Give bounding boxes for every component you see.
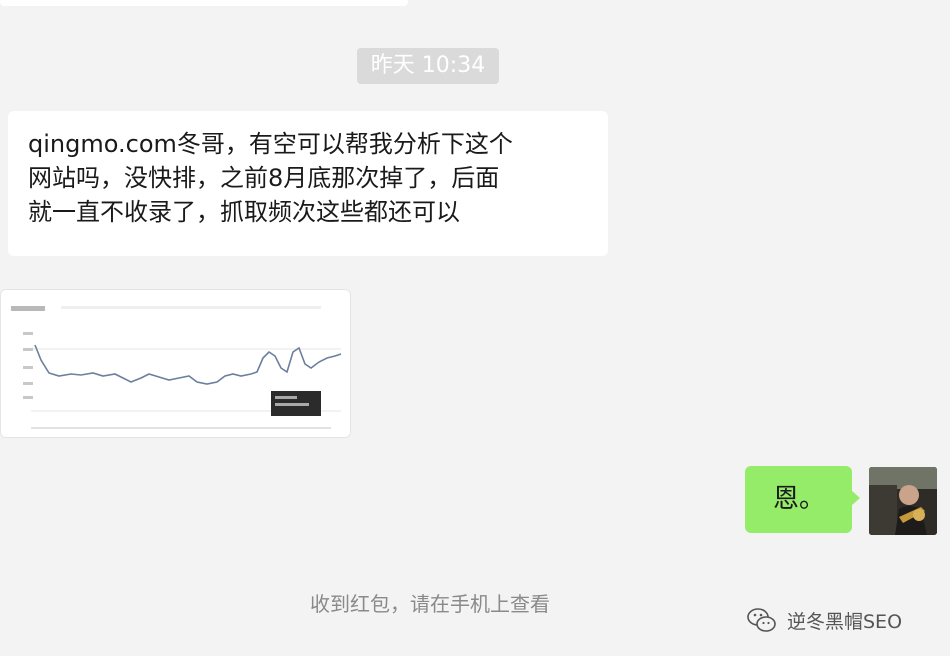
chat-timestamp: 昨天 10:34 [357, 48, 499, 84]
system-notice: 收到红包，请在手机上查看 [310, 592, 550, 616]
watermark: 逆冬黑帽SEO [745, 600, 902, 640]
message-line: qingmo.com冬哥，有空可以帮我分析下这个 [28, 130, 513, 158]
previous-message-edge [0, 0, 408, 6]
message-line: 网站吗，没快排，之前8月底那次掉了，后面 [28, 164, 500, 192]
watermark-text: 逆冬黑帽SEO [787, 610, 903, 633]
outgoing-message-bubble[interactable]: 恩。 [745, 466, 860, 533]
message-line: 就一直不收录了，抓取频次这些都还可以 [28, 198, 460, 226]
wechat-official-account-icon [747, 608, 776, 632]
incoming-message-bubble[interactable]: qingmo.com冬哥，有空可以帮我分析下这个 网站吗，没快排，之前8月底那次… [8, 111, 608, 256]
user-avatar[interactable] [869, 467, 937, 535]
image-message-chart-screenshot[interactable] [0, 289, 351, 438]
